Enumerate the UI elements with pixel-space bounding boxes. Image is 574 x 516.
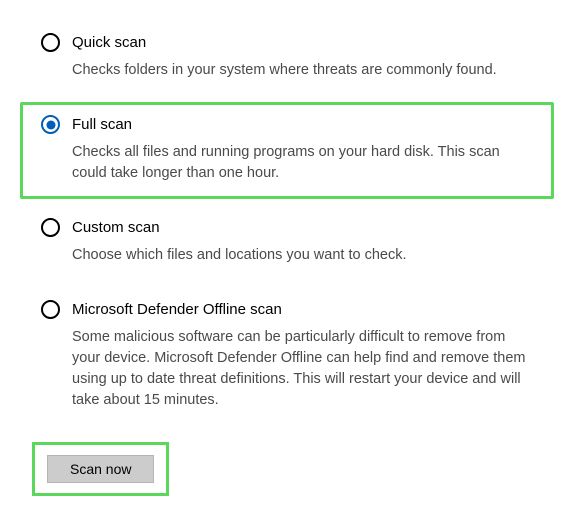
option-quick-scan[interactable]: Quick scan Checks folders in your system… — [20, 20, 554, 96]
scan-options-panel: Quick scan Checks folders in your system… — [0, 0, 574, 516]
option-full-scan-header[interactable]: Full scan — [41, 115, 536, 134]
option-full-scan[interactable]: Full scan Checks all files and running p… — [20, 102, 554, 199]
radio-icon[interactable] — [41, 218, 60, 237]
scan-now-button[interactable]: Scan now — [47, 455, 154, 483]
option-full-scan-title: Full scan — [72, 116, 132, 133]
option-quick-scan-header[interactable]: Quick scan — [41, 33, 536, 52]
option-offline-scan[interactable]: Microsoft Defender Offline scan Some mal… — [20, 287, 554, 426]
option-offline-scan-desc: Some malicious software can be particula… — [72, 327, 536, 411]
scan-now-highlight: Scan now — [32, 442, 169, 496]
option-custom-scan[interactable]: Custom scan Choose which files and locat… — [20, 205, 554, 281]
option-custom-scan-title: Custom scan — [72, 219, 160, 236]
radio-icon[interactable] — [41, 115, 60, 134]
option-custom-scan-header[interactable]: Custom scan — [41, 218, 536, 237]
option-full-scan-desc: Checks all files and running programs on… — [72, 142, 536, 184]
option-offline-scan-header[interactable]: Microsoft Defender Offline scan — [41, 300, 536, 319]
radio-icon[interactable] — [41, 300, 60, 319]
radio-icon[interactable] — [41, 33, 60, 52]
option-quick-scan-title: Quick scan — [72, 34, 146, 51]
option-quick-scan-desc: Checks folders in your system where thre… — [72, 60, 536, 81]
option-custom-scan-desc: Choose which files and locations you wan… — [72, 245, 536, 266]
option-offline-scan-title: Microsoft Defender Offline scan — [72, 301, 282, 318]
